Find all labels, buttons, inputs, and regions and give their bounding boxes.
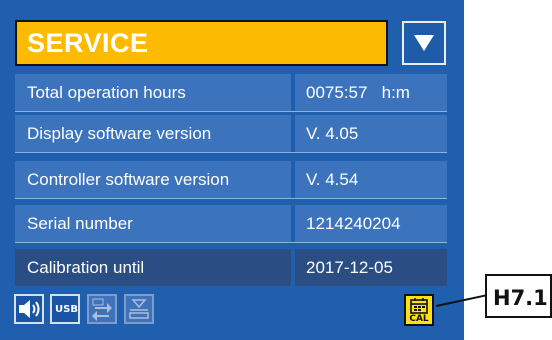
callout-label: H7.1 [493,286,548,310]
row-label: Total operation hours [27,83,186,102]
row-label-cell: Serial number [15,205,291,242]
row-label: Display software version [27,124,212,143]
row-value: 0075:57 h:m [306,83,410,102]
sound-button[interactable] [14,294,44,324]
divider [15,198,447,199]
divider [15,111,447,112]
divider [15,242,447,243]
row-value-cell: V. 4.54 [295,161,447,198]
service-panel: SERVICE Total operation hours 0075:57 h:… [0,0,464,340]
row-value: V. 4.54 [306,170,359,189]
divider [15,152,447,153]
row-label-cell: Total operation hours [15,74,291,111]
usb-button[interactable]: USB [50,294,80,324]
cal-label: CAL [409,314,429,324]
calibration-button[interactable]: CAL [404,294,434,326]
triangle-down-icon [414,35,434,51]
row-label-cell: Display software version [15,115,291,152]
calendar-icon [410,298,428,314]
level-button[interactable] [124,294,154,324]
callout-label-box: H7.1 [485,274,552,318]
data-transfer-icon [92,298,112,321]
usb-label: USB [55,304,78,315]
row-label-cell: Controller software version [15,161,291,198]
row-label-cell: Calibration until [15,249,291,286]
info-row: Total operation hours 0075:57 h:m [15,74,447,111]
info-row: Display software version V. 4.05 [15,115,447,152]
header-bar: SERVICE [15,20,388,66]
row-value: 2017-12-05 [306,258,393,277]
row-value: V. 4.05 [306,124,359,143]
row-value-cell: 1214240204 [295,205,447,242]
row-label: Serial number [27,214,133,233]
row-label: Calibration until [27,258,145,277]
info-row: Serial number 1214240204 [15,205,447,242]
speaker-icon [19,300,40,318]
info-row: Controller software version V. 4.54 [15,161,447,198]
row-value-cell: 2017-12-05 [295,249,447,286]
row-value-cell: V. 4.05 [295,115,447,152]
row-value: 1214240204 [306,214,401,233]
row-value-cell: 0075:57 h:m [295,74,447,111]
row-label: Controller software version [27,170,230,189]
page-title: SERVICE [27,28,149,58]
level-icon [129,299,149,319]
dropdown-button[interactable] [402,21,446,65]
info-row: Calibration until 2017-12-05 [15,249,447,286]
data-transfer-button[interactable] [87,294,117,324]
